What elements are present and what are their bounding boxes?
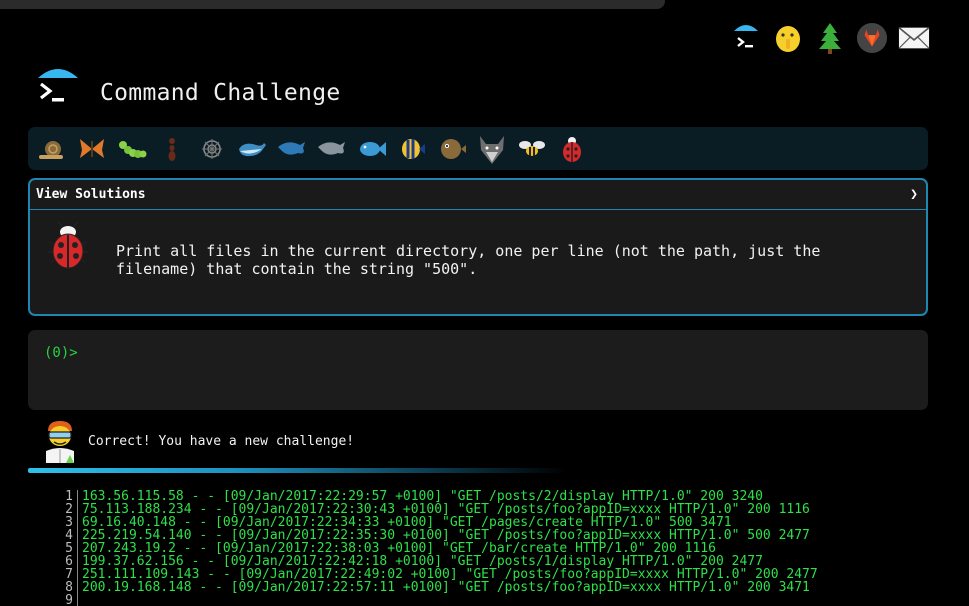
gitlab-icon[interactable] xyxy=(856,20,888,56)
ladybug-icon[interactable] xyxy=(554,131,590,167)
page-title: Command Challenge xyxy=(100,80,341,106)
file-output: 1 163.56.115.58 - - [09/Jan/2017:22:29:57… xyxy=(60,490,818,606)
bee-icon[interactable] xyxy=(514,131,550,167)
ladybug-challenge-icon xyxy=(48,221,88,270)
challenge-progress-bar xyxy=(28,127,928,170)
logo-icon[interactable] xyxy=(36,66,80,110)
tree-icon[interactable] xyxy=(814,20,846,56)
view-solutions-label: View Solutions xyxy=(36,187,146,202)
result-message: Correct! You have a new challenge! xyxy=(88,433,355,449)
challenge-body: Print all files in the current directory… xyxy=(30,210,926,314)
fish-icon[interactable] xyxy=(354,131,390,167)
result-message-row: Correct! You have a new challenge! xyxy=(40,418,354,464)
terminal-icon[interactable] xyxy=(730,20,762,56)
shell-icon[interactable] xyxy=(194,131,230,167)
chevron-right-icon[interactable]: ❯ xyxy=(910,187,918,202)
scientist-avatar-icon xyxy=(40,419,80,463)
view-solutions-toggle[interactable]: View Solutions ❯ xyxy=(30,180,926,210)
ant-icon[interactable] xyxy=(154,131,190,167)
shush-emoji-icon[interactable] xyxy=(772,20,804,56)
terminal-input-area[interactable]: (0)> xyxy=(28,330,928,410)
output-line: 8 200.19.168.148 - - [09/Jan/2017:22:57:1… xyxy=(60,581,818,594)
output-line: 9 xyxy=(60,594,818,606)
browser-tab-strip xyxy=(0,0,665,9)
butterfly-icon[interactable] xyxy=(74,131,110,167)
dolphin-icon[interactable] xyxy=(274,131,310,167)
mail-icon[interactable] xyxy=(898,20,930,56)
caterpillar-icon[interactable] xyxy=(114,131,150,167)
whale-icon[interactable] xyxy=(234,131,270,167)
challenge-question: Print all files in the current directory… xyxy=(116,242,821,278)
dolphin-gray-icon[interactable] xyxy=(314,131,350,167)
result-underline xyxy=(28,468,568,473)
top-nav-icons xyxy=(730,18,930,58)
tropical-fish-icon[interactable] xyxy=(394,131,430,167)
wolf-icon[interactable] xyxy=(474,131,510,167)
snail-icon[interactable] xyxy=(34,131,70,167)
pufferfish-icon[interactable] xyxy=(434,131,470,167)
terminal-prompt: (0)> xyxy=(44,345,78,361)
challenge-panel: View Solutions ❯ Print all files in the … xyxy=(28,178,928,316)
line-number: 9 xyxy=(60,594,78,606)
line-text: 200.19.168.148 - - [09/Jan/2017:22:57:11… xyxy=(82,580,810,595)
